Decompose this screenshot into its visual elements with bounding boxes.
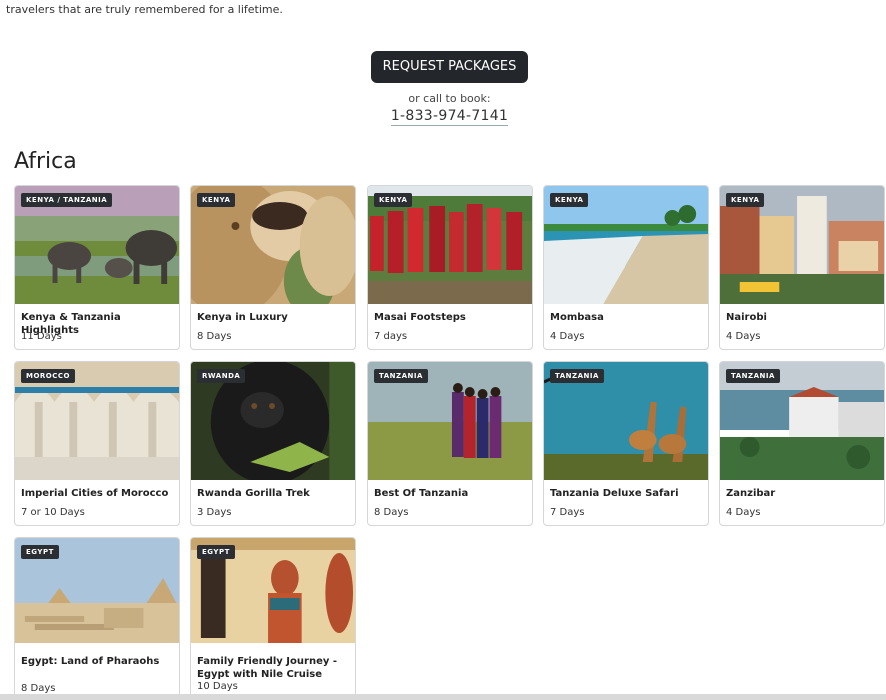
intro-text: travelers that are truly remembered for … [6, 3, 283, 16]
country-badge: KENYA [197, 193, 236, 207]
country-badge: KENYA [374, 193, 413, 207]
package-card[interactable]: KENYA Mombasa 4 Days [543, 185, 709, 350]
package-duration: 4 Days [550, 331, 585, 342]
package-card[interactable]: RWANDA Rwanda Gorilla Trek 3 Days [190, 361, 356, 526]
horizontal-scrollbar[interactable] [0, 694, 886, 700]
package-duration: 8 Days [197, 331, 232, 342]
package-name: Best Of Tanzania [374, 488, 469, 499]
package-duration: 7 or 10 Days [21, 507, 85, 518]
package-duration: 4 Days [726, 331, 761, 342]
phone-link[interactable]: 1-833-974-7141 [390, 108, 509, 126]
region-title: Africa [14, 149, 77, 174]
country-badge: KENYA [550, 193, 589, 207]
country-badge: EGYPT [197, 545, 235, 559]
package-duration: 8 Days [374, 507, 409, 518]
package-duration: 7 Days [550, 507, 585, 518]
package-duration: 7 days [374, 331, 408, 342]
package-card[interactable]: KENYA Kenya in Luxury 8 Days [190, 185, 356, 350]
country-badge: TANZANIA [550, 369, 604, 383]
package-name: Egypt: Land of Pharaohs [21, 656, 160, 667]
request-packages-button[interactable]: REQUEST PACKAGES [370, 51, 529, 83]
package-name: Family Friendly Journey - Egypt with Nil… [197, 656, 337, 680]
package-card[interactable]: TANZANIA Zanzibar 4 Days [719, 361, 885, 526]
package-name: Mombasa [550, 312, 604, 323]
package-duration: 8 Days [21, 683, 56, 694]
package-duration: 3 Days [197, 507, 232, 518]
country-badge: KENYA [726, 193, 765, 207]
package-name: Imperial Cities of Morocco [21, 488, 169, 499]
package-duration: 4 Days [726, 507, 761, 518]
package-name: Masai Footsteps [374, 312, 466, 323]
package-name: Kenya in Luxury [197, 312, 288, 323]
or-call-label: or call to book: [408, 92, 491, 105]
package-card[interactable]: EGYPT Family Friendly Journey - Egypt wi… [190, 537, 356, 700]
package-name: Nairobi [726, 312, 767, 323]
package-name: Tanzania Deluxe Safari [550, 488, 679, 499]
package-card[interactable]: KENYA Masai Footsteps 7 days [367, 185, 533, 350]
package-duration: 11 Days [21, 331, 62, 342]
package-name: Rwanda Gorilla Trek [197, 488, 310, 499]
package-name: Zanzibar [726, 488, 776, 499]
package-card[interactable]: TANZANIA Tanzania Deluxe Safari 7 Days [543, 361, 709, 526]
country-badge: RWANDA [197, 369, 246, 383]
booking-cta: REQUEST PACKAGES or call to book: 1-833-… [0, 51, 886, 126]
country-badge: TANZANIA [726, 369, 780, 383]
package-card[interactable]: KENYA Nairobi 4 Days [719, 185, 885, 350]
package-card[interactable]: KENYA / TANZANIA Kenya & Tanzania Highli… [14, 185, 180, 350]
country-badge: KENYA / TANZANIA [21, 193, 113, 207]
country-badge: TANZANIA [374, 369, 428, 383]
package-card[interactable]: TANZANIA Best Of Tanzania 8 Days [367, 361, 533, 526]
package-card[interactable]: EGYPT Egypt: Land of Pharaohs 8 Days [14, 537, 180, 700]
package-card[interactable]: MOROCCO Imperial Cities of Morocco 7 or … [14, 361, 180, 526]
country-badge: MOROCCO [21, 369, 75, 383]
country-badge: EGYPT [21, 545, 59, 559]
package-duration: 10 Days [197, 681, 238, 692]
